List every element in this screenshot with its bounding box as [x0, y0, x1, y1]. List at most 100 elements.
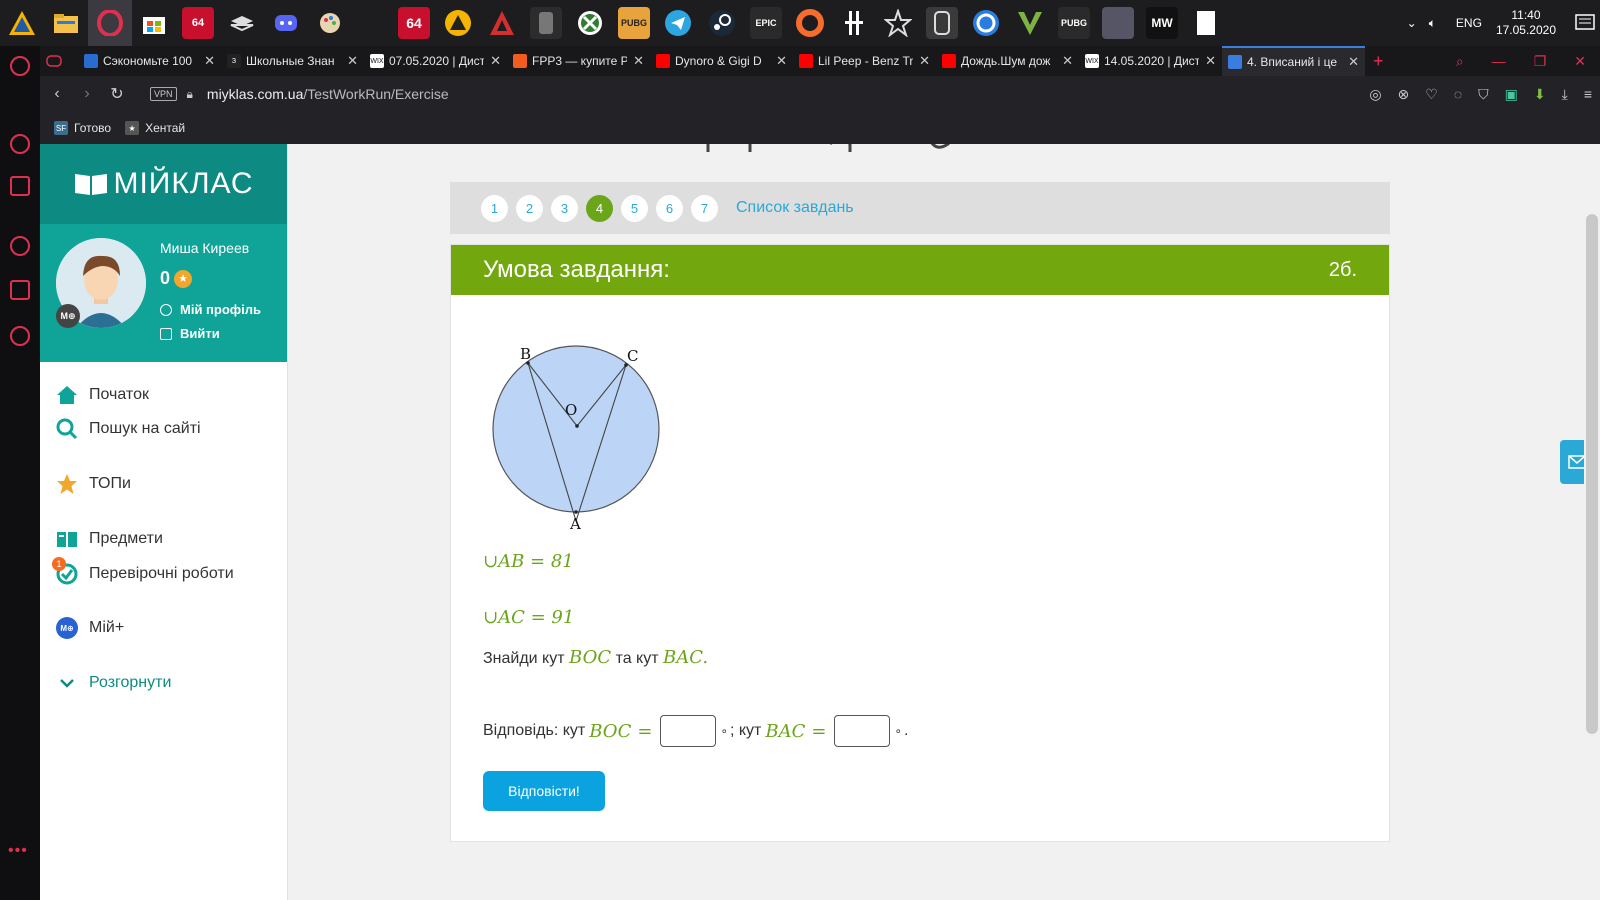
reload-button[interactable]: ↻ — [102, 84, 132, 104]
new-tab-button[interactable]: + — [1373, 51, 1384, 72]
close-tab-icon[interactable]: ✕ — [204, 53, 215, 69]
url-field[interactable]: miyklas.com.ua/TestWorkRun/Exercise — [207, 86, 449, 102]
logout-link[interactable]: Вийти — [160, 326, 220, 341]
fallout-icon[interactable] — [530, 7, 562, 39]
browser-tab[interactable]: Dynoro & Gigi D ✕ — [650, 46, 793, 76]
answer-boc-input[interactable] — [660, 715, 717, 747]
uplay-icon[interactable] — [970, 7, 1002, 39]
answer-bac-input[interactable] — [834, 715, 891, 747]
gta-icon[interactable] — [1014, 7, 1046, 39]
volume-icon[interactable]: 🔈︎ — [1429, 16, 1436, 31]
xbox-icon[interactable] — [574, 7, 606, 39]
steam-icon[interactable] — [706, 7, 738, 39]
close-tab-icon[interactable]: ✕ — [347, 53, 358, 69]
bookmark-hentai[interactable]: ★ Хентай — [125, 121, 185, 135]
browser-tab[interactable]: Дождь.Шум дож ✕ — [936, 46, 1079, 76]
shield-icon[interactable]: ⛉ — [1478, 86, 1489, 103]
clock[interactable]: 11:40 17.05.2020 — [1496, 8, 1556, 38]
origin-icon[interactable] — [794, 7, 826, 39]
minimize-button[interactable]: — — [1492, 53, 1506, 69]
scrollbar-thumb[interactable] — [1586, 214, 1598, 734]
browser-tab[interactable]: WIX 07.05.2020 | Дист ✕ — [364, 46, 507, 76]
ad-block-icon[interactable]: ⊗ — [1398, 86, 1410, 103]
download-green-icon[interactable]: ⬇ — [1534, 86, 1546, 103]
step-3[interactable]: 3 — [551, 194, 578, 222]
lock-icon[interactable]: 🔒︎ — [187, 87, 193, 102]
step-4[interactable]: 4 — [586, 194, 613, 222]
step-7[interactable]: 7 — [691, 194, 718, 222]
browser-tab[interactable]: Lil Peep - Benz Tr ✕ — [793, 46, 936, 76]
menu-item-home[interactable]: Початок — [56, 384, 149, 406]
more-dots-icon[interactable]: ••• — [8, 842, 28, 860]
close-tab-icon[interactable]: ✕ — [776, 53, 787, 69]
discord-icon[interactable] — [270, 7, 302, 39]
submit-answer-button[interactable]: Відповісти! — [483, 771, 605, 811]
browser-tab[interactable]: FPP3 — купите Р ✕ — [507, 46, 650, 76]
menu-item-search[interactable]: Пошук на сайті — [56, 418, 201, 440]
menu-icon[interactable]: ≡ — [1584, 86, 1592, 102]
language-indicator[interactable]: ENG — [1456, 16, 1482, 30]
restore-button[interactable]: ❐ — [1534, 53, 1547, 70]
twitch-icon[interactable] — [10, 176, 30, 196]
paint-icon[interactable] — [314, 7, 346, 39]
opera-icon[interactable] — [88, 0, 132, 46]
notification-icon[interactable] — [1570, 0, 1600, 46]
close-tab-icon[interactable]: ✕ — [1348, 54, 1359, 70]
epic-icon[interactable]: EPIC — [750, 7, 782, 39]
telegram-icon[interactable] — [662, 7, 694, 39]
heart-icon[interactable]: ♡ — [1425, 86, 1438, 103]
apex-icon[interactable] — [486, 7, 518, 39]
app-64b-icon[interactable]: 64 — [398, 7, 430, 39]
search-tabs-icon[interactable]: ⌕ — [1456, 53, 1464, 70]
opera-logo-icon[interactable] — [10, 56, 30, 76]
close-tab-icon[interactable]: ✕ — [919, 53, 930, 69]
chevron-up-icon[interactable]: ⌄ — [1407, 16, 1417, 30]
close-window-button[interactable]: ✕ — [1574, 53, 1586, 70]
browser-tab[interactable]: З Школьные Знан ✕ — [221, 46, 364, 76]
bookmark-gotovo[interactable]: SF Готово — [54, 121, 111, 135]
extensions-icon[interactable] — [10, 280, 30, 300]
menu-item-subjects[interactable]: Предмети — [56, 528, 163, 550]
snapshot-icon[interactable]: ◎ — [1369, 86, 1381, 103]
app-64-icon[interactable]: 64 — [182, 7, 214, 39]
back-button[interactable]: ‹ — [42, 85, 72, 103]
close-tab-icon[interactable]: ✕ — [1205, 53, 1216, 69]
history-icon[interactable] — [10, 236, 30, 256]
close-tab-icon[interactable]: ✕ — [1062, 53, 1073, 69]
step-1[interactable]: 1 — [481, 194, 508, 222]
step-2[interactable]: 2 — [516, 194, 543, 222]
star-icon[interactable] — [882, 7, 914, 39]
mw-icon[interactable]: MW — [1146, 7, 1178, 39]
menu-item-my-plus[interactable]: M⊕ Мій+ — [56, 617, 124, 639]
gx-control-icon[interactable] — [40, 46, 78, 76]
speed-dial-icon[interactable] — [10, 134, 30, 154]
menu-item-tops[interactable]: ТОПи — [56, 473, 131, 495]
pubg-icon[interactable]: PUBG — [618, 7, 650, 39]
game-cover-icon[interactable] — [1102, 7, 1134, 39]
vpn-badge[interactable]: VPN — [150, 87, 177, 101]
knife-icon[interactable] — [838, 7, 870, 39]
close-tab-icon[interactable]: ✕ — [633, 53, 644, 69]
browser-tab[interactable]: Сэкономьте 100 ✕ — [78, 46, 221, 76]
site-logo[interactable]: МІЙКЛАС — [40, 144, 287, 224]
page-scrollbar[interactable] — [1584, 144, 1600, 900]
warning-icon[interactable] — [442, 7, 474, 39]
settings-gear-icon[interactable] — [10, 326, 30, 346]
extension-green-icon[interactable]: ▣ — [1505, 86, 1518, 103]
browser-tab[interactable]: WIX 14.05.2020 | Дист ✕ — [1079, 46, 1222, 76]
downloads-icon[interactable]: ⤓ — [1562, 86, 1568, 103]
step-5[interactable]: 5 — [621, 194, 648, 222]
file-icon[interactable] — [1190, 7, 1222, 39]
store-icon[interactable] — [138, 7, 170, 39]
folder-icon[interactable] — [50, 7, 82, 39]
rainbow-six-icon[interactable] — [926, 7, 958, 39]
forward-button[interactable]: › — [72, 85, 102, 103]
easy-setup-icon[interactable]: ◌ — [1454, 86, 1462, 102]
browser-tab[interactable]: 4. Вписаний і це ✕ — [1222, 46, 1365, 76]
close-tab-icon[interactable]: ✕ — [490, 53, 501, 69]
arctic-icon[interactable] — [6, 7, 38, 39]
task-list-link[interactable]: Список завдань — [736, 199, 854, 217]
my-profile-link[interactable]: Мій профіль — [160, 302, 261, 317]
menu-item-tests[interactable]: 1 Перевірочні роботи — [52, 557, 234, 585]
stack-icon[interactable] — [226, 7, 258, 39]
